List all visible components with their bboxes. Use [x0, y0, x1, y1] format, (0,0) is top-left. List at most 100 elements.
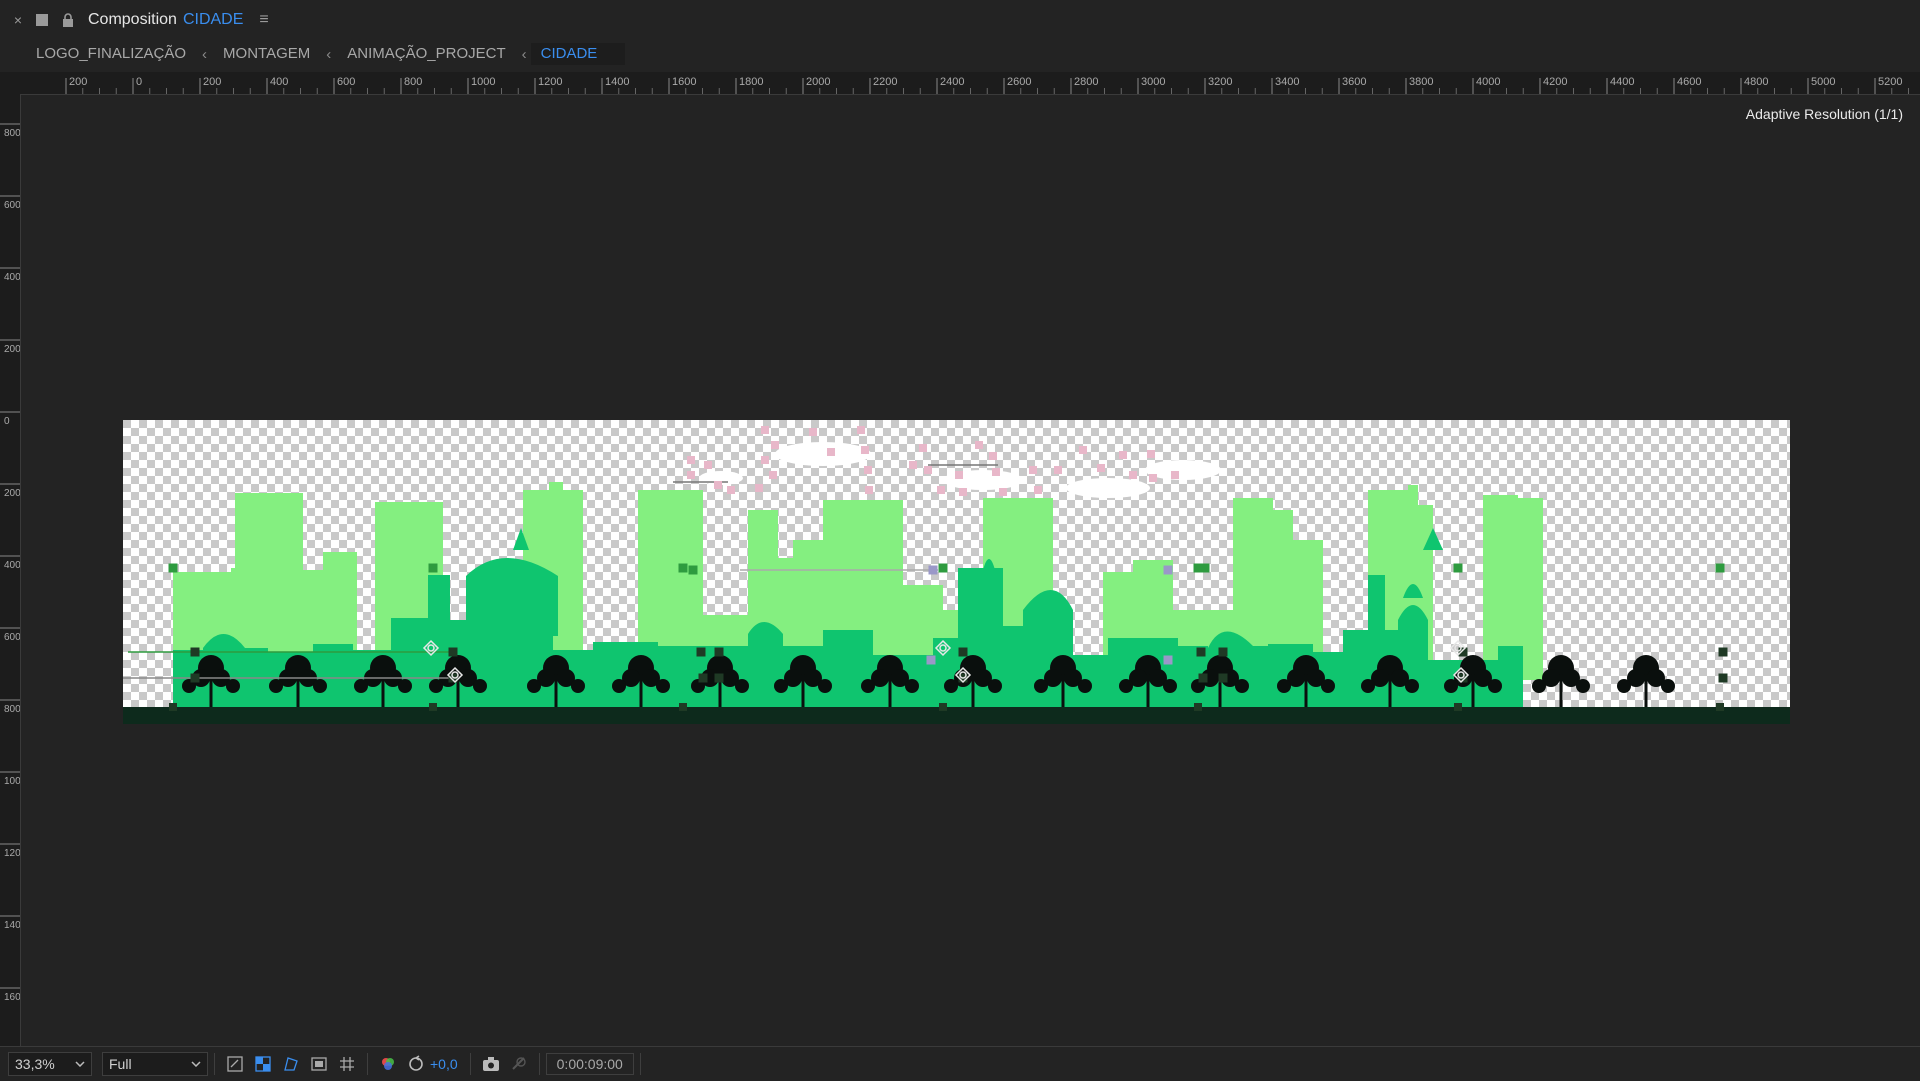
keyframe-handle[interactable]	[678, 563, 688, 573]
cloud-handle[interactable]	[714, 481, 722, 489]
keyframe-handle[interactable]	[1198, 673, 1208, 683]
keyframe-handle[interactable]	[1718, 647, 1728, 657]
breadcrumb-animacao-project[interactable]: ANIMAÇÃO_PROJECT	[335, 43, 517, 65]
cloud-handle[interactable]	[861, 446, 869, 454]
toolbar-divider	[639, 1053, 641, 1075]
cloud-handle[interactable]	[864, 466, 872, 474]
keyframe-handle[interactable]	[1458, 647, 1468, 657]
cloud-handle[interactable]	[865, 486, 873, 494]
ruler-label: 1800	[739, 76, 763, 88]
breadcrumb-cidade[interactable]: CIDADE	[530, 43, 626, 65]
keyframe-handle[interactable]	[1716, 703, 1724, 711]
cloud-handle[interactable]	[687, 456, 695, 464]
keyframe-handle[interactable]	[958, 647, 968, 657]
reset-exposure-icon[interactable]	[405, 1053, 427, 1075]
cloud-handle[interactable]	[937, 486, 945, 494]
horizontal-ruler[interactable]: 200 0 200 400 600 800 1000 1200 1400 1600 1800 2000…	[0, 72, 1920, 95]
keyframe-handle[interactable]	[938, 563, 948, 573]
keyframe-handle[interactable]	[1163, 655, 1173, 665]
cloud-handle[interactable]	[924, 466, 932, 474]
cloud-handle[interactable]	[827, 448, 835, 456]
guides-icon[interactable]	[308, 1053, 330, 1075]
keyframe-handle[interactable]	[1218, 673, 1228, 683]
keyframe-handle[interactable]	[939, 703, 947, 711]
composition-canvas[interactable]	[123, 420, 1790, 724]
cloud-handle[interactable]	[955, 471, 963, 479]
close-icon[interactable]: ×	[0, 12, 36, 28]
cloud-handle[interactable]	[919, 444, 927, 452]
breadcrumb-logo-finalizacao[interactable]: LOGO_FINALIZAÇÃO	[24, 43, 198, 65]
cloud-handle[interactable]	[999, 488, 1007, 496]
keyframe-handle[interactable]	[1453, 563, 1463, 573]
region-of-interest-icon[interactable]	[224, 1053, 246, 1075]
cloud-handle[interactable]	[1079, 446, 1087, 454]
cloud-handle[interactable]	[975, 441, 983, 449]
resolution-dropdown[interactable]: Full	[102, 1052, 208, 1076]
cloud-handle[interactable]	[1097, 464, 1105, 472]
menu-icon[interactable]: ≡	[259, 11, 268, 29]
exposure-value[interactable]: +0,0	[430, 1056, 458, 1072]
cloud-handle[interactable]	[1171, 471, 1179, 479]
keyframe-handle[interactable]	[679, 703, 687, 711]
color-channels-icon[interactable]	[377, 1053, 399, 1075]
current-time-display[interactable]: 0:00:09:00	[545, 1053, 634, 1075]
keyframe-handle[interactable]	[190, 673, 200, 683]
cloud-handle[interactable]	[687, 471, 695, 479]
ruler-label: 1200	[538, 76, 562, 88]
keyframe-handle[interactable]	[1715, 563, 1725, 573]
keyframe-handle[interactable]	[698, 673, 708, 683]
magnification-dropdown[interactable]: 33,3%	[8, 1052, 92, 1076]
keyframe-handle[interactable]	[926, 655, 936, 665]
keyframe-handle[interactable]	[1718, 673, 1728, 683]
cloud-handle[interactable]	[959, 488, 967, 496]
keyframe-handle[interactable]	[714, 673, 724, 683]
keyframe-handle[interactable]	[1163, 565, 1173, 575]
vertical-ruler[interactable]: 800 600 400 200 0 200 400 600 800 1000 1200 1400 160…	[0, 94, 21, 1046]
keyframe-handle[interactable]	[190, 647, 200, 657]
keyframe-handle[interactable]	[696, 647, 706, 657]
cloud-handle[interactable]	[761, 426, 769, 434]
ground-layer[interactable]	[123, 707, 1790, 724]
keyframe-handle[interactable]	[1196, 647, 1206, 657]
cloud-handle[interactable]	[1129, 471, 1137, 479]
breadcrumb-montagem[interactable]: MONTAGEM	[211, 43, 322, 65]
cloud-handle[interactable]	[1054, 466, 1062, 474]
cloud-handle[interactable]	[1147, 450, 1155, 458]
lock-icon[interactable]	[62, 13, 74, 27]
cloud-handle[interactable]	[761, 456, 769, 464]
keyframe-handle[interactable]	[1194, 703, 1202, 711]
cloud-handle[interactable]	[1034, 486, 1042, 494]
keyframe-handle[interactable]	[688, 565, 698, 575]
cloud-handle[interactable]	[771, 441, 779, 449]
stop-icon[interactable]	[36, 14, 48, 26]
keyframe-handle[interactable]	[168, 563, 178, 573]
keyframe-handle[interactable]	[169, 703, 177, 711]
cloud-handle[interactable]	[992, 468, 1000, 476]
show-snapshot-icon[interactable]	[508, 1053, 530, 1075]
cloud-handle[interactable]	[769, 471, 777, 479]
cloud-handle[interactable]	[857, 426, 865, 434]
ruler-label: 800	[4, 704, 21, 715]
keyframe-handle[interactable]	[1454, 703, 1462, 711]
cloud-handle[interactable]	[989, 452, 997, 460]
keyframe-handle[interactable]	[714, 647, 724, 657]
cloud-handle[interactable]	[1119, 451, 1127, 459]
cloud-handle[interactable]	[704, 461, 712, 469]
cloud-handle[interactable]	[1149, 474, 1157, 482]
keyframe-handle[interactable]	[928, 565, 938, 575]
transparency-grid-icon[interactable]	[252, 1053, 274, 1075]
cloud-handle[interactable]	[755, 484, 763, 492]
grid-icon[interactable]	[336, 1053, 358, 1075]
cloud-handle[interactable]	[909, 461, 917, 469]
snapshot-icon[interactable]	[480, 1053, 502, 1075]
cloud-handle[interactable]	[1029, 466, 1037, 474]
keyframe-handle[interactable]	[429, 703, 437, 711]
keyframe-handle[interactable]	[448, 647, 458, 657]
keyframe-handle[interactable]	[1218, 647, 1228, 657]
keyframe-handle[interactable]	[428, 563, 438, 573]
mask-visibility-icon[interactable]	[280, 1053, 302, 1075]
cloud-handle[interactable]	[727, 486, 735, 494]
keyframe-handle[interactable]	[1200, 563, 1210, 573]
adaptive-resolution-note: Adaptive Resolution (1/1)	[1745, 106, 1903, 122]
cloud-handle[interactable]	[809, 428, 817, 436]
